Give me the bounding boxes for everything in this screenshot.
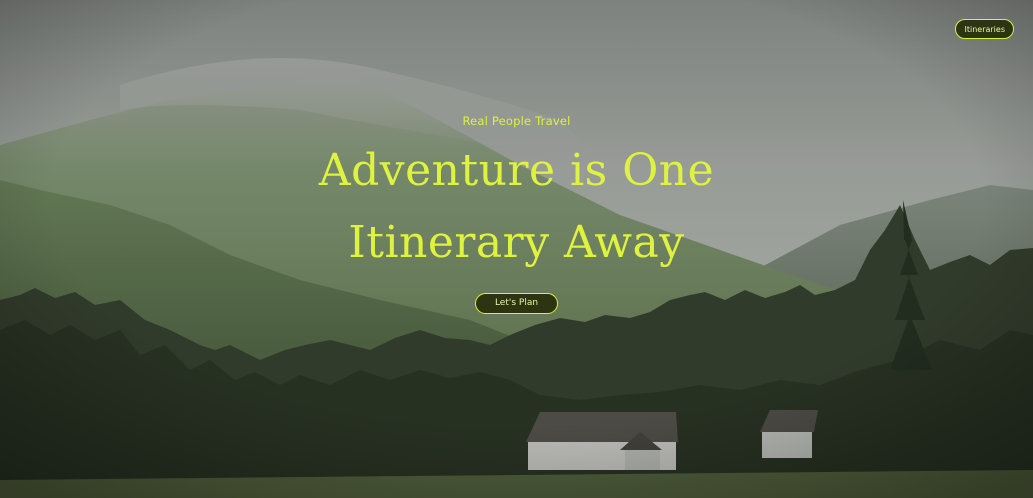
itineraries-button[interactable]: Itineraries (955, 19, 1014, 39)
headline-line-1: Adventure is One (318, 145, 715, 196)
hero-kicker: Real People Travel (462, 114, 571, 128)
hero-section: Itineraries Real People Travel Adventure… (0, 0, 1033, 498)
headline-line-2: Itinerary Away (348, 217, 685, 268)
hero-headline: Adventure is One Itinerary Away (0, 135, 1033, 279)
lets-plan-button[interactable]: Let's Plan (474, 293, 559, 314)
hero-content: Real People Travel Adventure is One Itin… (0, 112, 1033, 314)
